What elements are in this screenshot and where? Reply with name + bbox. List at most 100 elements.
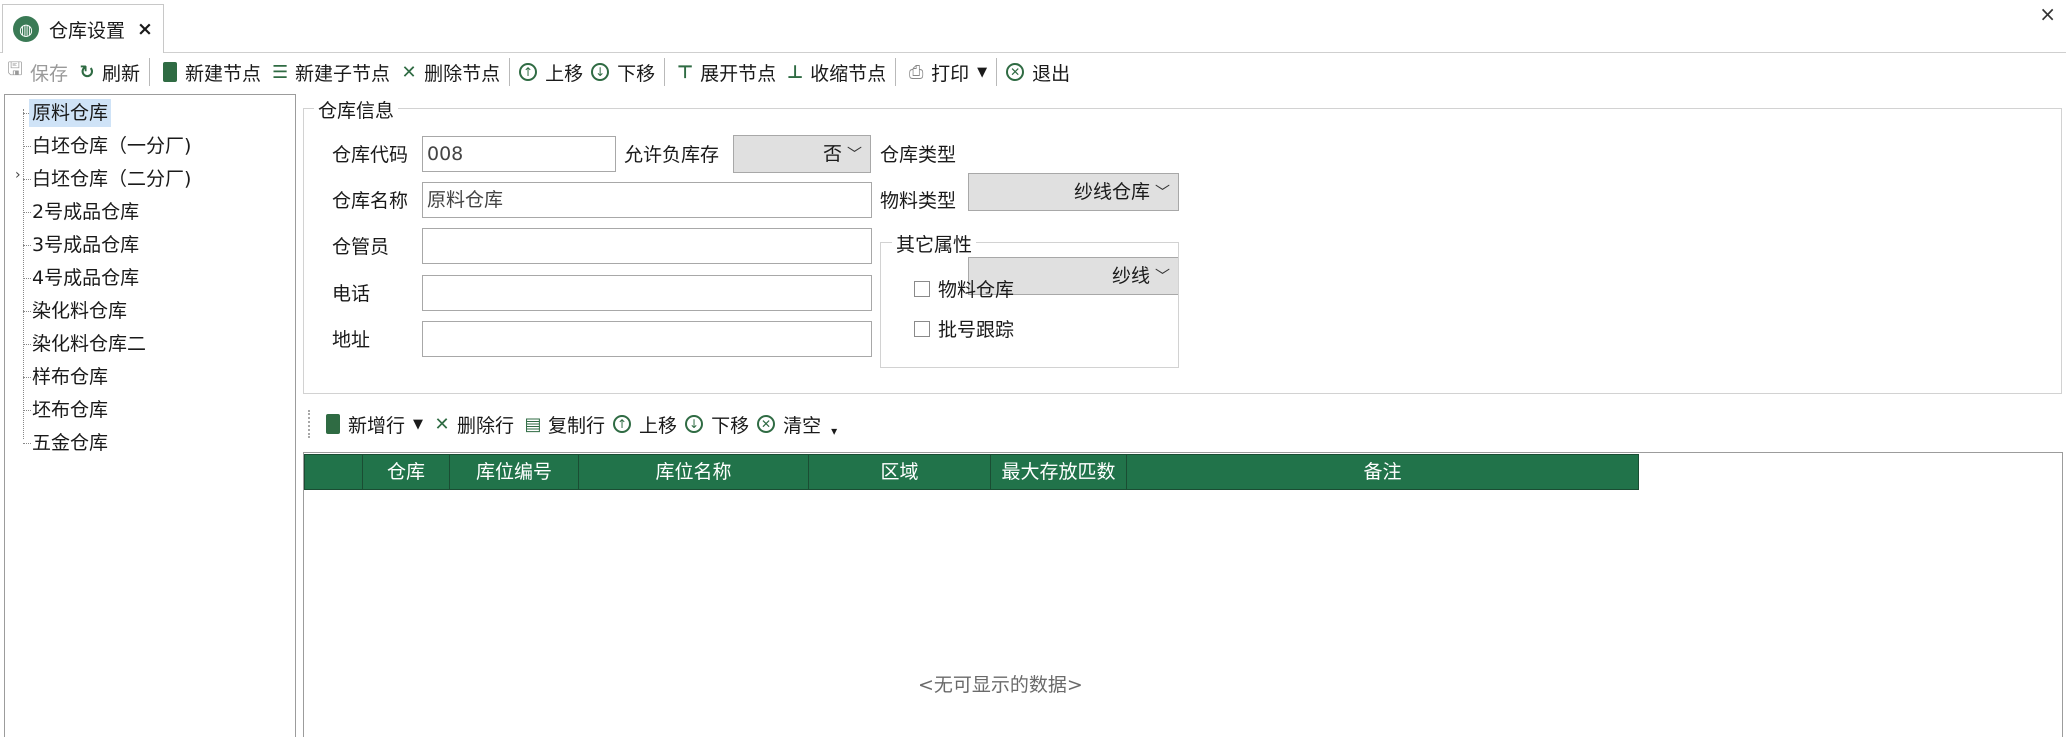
tree-item[interactable]: 4号成品仓库 (29, 264, 142, 292)
collapse-label: 收缩节点 (810, 62, 887, 85)
tree-item[interactable]: 3号成品仓库 (29, 231, 142, 259)
add-row-label: 新增行 (348, 414, 406, 437)
exit-button[interactable]: ✕ 退出 (1002, 56, 1074, 88)
toolbar-grip (308, 410, 312, 438)
tab-bar (0, 0, 2066, 53)
grid-column-location-code[interactable]: 库位编号 (450, 455, 579, 489)
hierarchy-icon: ⊤ (676, 61, 694, 83)
arrow-up-icon: ↑ (519, 61, 541, 83)
main-toolbar: 🖫 保存 ↻ 刷新 新建节点 ☰ 新建子节点 ✕ 删除节点 ↑ 上移 ↓ 下移 … (0, 54, 2066, 90)
allow-negative-select[interactable]: 否 ﹀ (733, 135, 871, 173)
grid-toolbar: 新增行 ▼ ✕ 删除行 ▤ 复制行 ↑ 上移 ↓ 下移 ✕ 清空 ▾ (308, 406, 837, 442)
move-down-button[interactable]: ↓ 下移 (587, 56, 659, 88)
new-document-icon (322, 413, 344, 435)
collapse-nodes-button[interactable]: ⊥ 收缩节点 (780, 56, 890, 88)
material-warehouse-checkbox[interactable]: 物料仓库 (914, 275, 1014, 302)
arrow-up-icon: ↑ (613, 413, 635, 435)
grid-move-down-button[interactable]: ↓ 下移 (681, 408, 753, 440)
grid-column-max-pieces[interactable]: 最大存放匹数 (991, 455, 1127, 489)
tree-item[interactable]: 染化料仓库二 (29, 330, 149, 358)
expand-nodes-button[interactable]: ⊤ 展开节点 (670, 56, 780, 88)
grid-column-area[interactable]: 区域 (809, 455, 991, 489)
refresh-button[interactable]: ↻ 刷新 (72, 56, 144, 88)
tab-warehouse-settings[interactable]: ◍ 仓库设置 × (2, 4, 164, 53)
warehouse-name-input[interactable]: 原料仓库 (422, 182, 872, 218)
grid-column-location-name[interactable]: 库位名称 (579, 455, 809, 489)
clear-button[interactable]: ✕ 清空 (753, 408, 825, 440)
window-close-icon[interactable]: × (2039, 2, 2056, 26)
new-document-icon (159, 61, 181, 83)
collapse-icon: ⊥ (786, 61, 804, 83)
address-input[interactable] (422, 321, 872, 357)
warehouse-tree[interactable]: 原料仓库 白坯仓库（一分厂) › 白坯仓库（二分厂) 2号成品仓库 3号成品仓库… (4, 94, 296, 737)
tree-item-raw-material[interactable]: 原料仓库 (29, 99, 112, 127)
exit-icon: ✕ (1006, 61, 1028, 83)
tree-item[interactable]: 2号成品仓库 (29, 198, 142, 226)
toolbar-separator (895, 58, 897, 86)
copy-row-label: 复制行 (548, 414, 606, 437)
warehouse-info-legend: 仓库信息 (314, 96, 399, 123)
empty-grid-message: <无可显示的数据> (918, 674, 1083, 696)
chevron-down-icon: ﹀ (846, 145, 862, 163)
tab-close-icon[interactable]: × (137, 18, 153, 40)
warehouse-name-label: 仓库名称 (332, 190, 409, 212)
checkbox-box[interactable] (914, 280, 930, 297)
location-grid[interactable] (303, 452, 2063, 737)
clear-icon: ✕ (757, 413, 779, 435)
print-button[interactable]: ⎙ 打印 ▼ (901, 56, 991, 88)
expand-chevron-icon[interactable]: › (15, 167, 21, 183)
move-down-label: 下移 (617, 62, 656, 85)
address-label: 地址 (332, 329, 371, 351)
refresh-label: 刷新 (102, 62, 141, 85)
tree-item[interactable]: 染化料仓库 (29, 297, 130, 325)
tree-item[interactable]: 五金仓库 (29, 429, 111, 457)
tree-item[interactable]: 样布仓库 (29, 363, 111, 391)
material-warehouse-label: 物料仓库 (938, 279, 1015, 301)
print-label: 打印 (931, 62, 970, 85)
chevron-down-icon: ﹀ (1154, 183, 1170, 201)
keeper-input[interactable] (422, 228, 872, 264)
tree-item[interactable]: 坯布仓库 (29, 396, 111, 424)
toolbar-separator (996, 58, 998, 86)
copy-row-button[interactable]: ▤ 复制行 (518, 408, 609, 440)
exit-label: 退出 (1032, 62, 1071, 85)
copy-icon: ▤ (524, 413, 542, 435)
grid-move-up-label: 上移 (639, 414, 678, 437)
move-up-button[interactable]: ↑ 上移 (515, 56, 587, 88)
new-child-node-button[interactable]: ☰ 新建子节点 (265, 56, 394, 88)
add-row-button[interactable]: 新增行 ▼ (318, 408, 427, 440)
arrow-down-icon: ↓ (591, 61, 613, 83)
grid-column-warehouse[interactable]: 仓库 (363, 455, 450, 489)
tree-item[interactable]: 白坯仓库（二分厂) (29, 165, 194, 193)
grid-header: 仓库 库位编号 库位名称 区域 最大存放匹数 备注 (304, 454, 1639, 490)
dropdown-arrow-icon[interactable]: ▼ (977, 65, 987, 80)
new-node-label: 新建节点 (185, 62, 262, 85)
tree-guide-line (23, 109, 24, 439)
allow-negative-value: 否 (822, 143, 842, 165)
globe-icon: ◍ (13, 16, 39, 42)
delete-row-button[interactable]: ✕ 删除行 (427, 408, 518, 440)
printer-icon: ⎙ (908, 61, 924, 83)
expand-label: 展开节点 (700, 62, 777, 85)
delete-node-button[interactable]: ✕ 删除节点 (394, 56, 504, 88)
grid-column-remarks[interactable]: 备注 (1127, 455, 1638, 489)
checkbox-box[interactable] (914, 320, 930, 337)
grid-column-indicator[interactable] (305, 455, 363, 489)
tree-item[interactable]: 白坯仓库（一分厂) (29, 132, 194, 160)
warehouse-type-label: 仓库类型 (880, 144, 957, 166)
toolbar-overflow-icon[interactable]: ▾ (831, 424, 837, 438)
dropdown-arrow-icon[interactable]: ▼ (413, 417, 423, 432)
toolbar-separator (664, 58, 666, 86)
delete-row-label: 删除行 (457, 414, 515, 437)
save-button[interactable]: 🖫 保存 (0, 56, 72, 88)
grid-move-up-button[interactable]: ↑ 上移 (609, 408, 681, 440)
warehouse-type-value: 纱线仓库 (1073, 181, 1150, 203)
warehouse-type-select[interactable]: 纱线仓库 ﹀ (968, 173, 1179, 211)
refresh-icon: ↻ (79, 61, 95, 83)
batch-tracking-checkbox[interactable]: 批号跟踪 (914, 315, 1014, 342)
code-input[interactable]: 008 (422, 136, 616, 172)
grid-move-down-label: 下移 (711, 414, 750, 437)
phone-input[interactable] (422, 275, 872, 311)
other-properties-group (880, 242, 1179, 368)
new-node-button[interactable]: 新建节点 (155, 56, 265, 88)
